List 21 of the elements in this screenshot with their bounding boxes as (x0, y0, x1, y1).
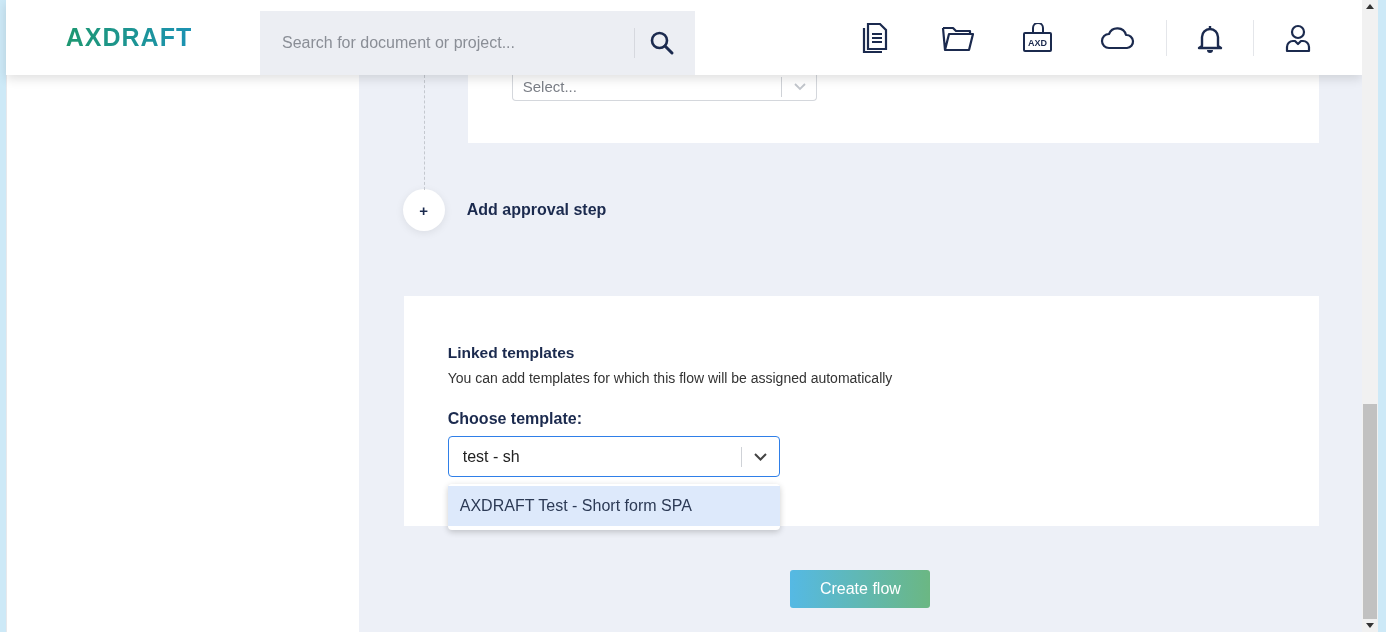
chevron-down-icon (793, 82, 806, 91)
section-description: You can add templates for which this flow will be assigned automatically (447, 370, 894, 386)
documents-icon[interactable] (861, 21, 889, 54)
user-icon[interactable] (1284, 22, 1312, 53)
scrollbar-thumb[interactable] (1363, 404, 1377, 619)
scroll-down-icon[interactable] (1366, 623, 1374, 628)
scrollbar[interactable] (1362, 0, 1378, 632)
dropdown-option[interactable]: AXDRAFT Test - Short form SPA (447, 486, 780, 526)
search-icon[interactable] (649, 30, 675, 56)
search-field[interactable]: Search for document or project... (280, 33, 634, 53)
chevron-down-icon[interactable] (753, 452, 767, 461)
template-input-field[interactable]: test - sh (460, 446, 741, 467)
add-step-label[interactable]: Add approval step (466, 201, 607, 219)
search-bar[interactable]: Search for document or project... (260, 11, 695, 75)
approver-select[interactable]: Select... (511, 73, 817, 101)
field-label: Choose template: (447, 410, 583, 428)
scroll-up-icon[interactable] (1366, 4, 1374, 9)
section-title: Linked templates (447, 344, 576, 362)
cloud-icon[interactable] (1100, 25, 1136, 50)
add-step-button[interactable]: + (402, 189, 445, 231)
template-combobox[interactable]: test - sh (447, 436, 780, 477)
